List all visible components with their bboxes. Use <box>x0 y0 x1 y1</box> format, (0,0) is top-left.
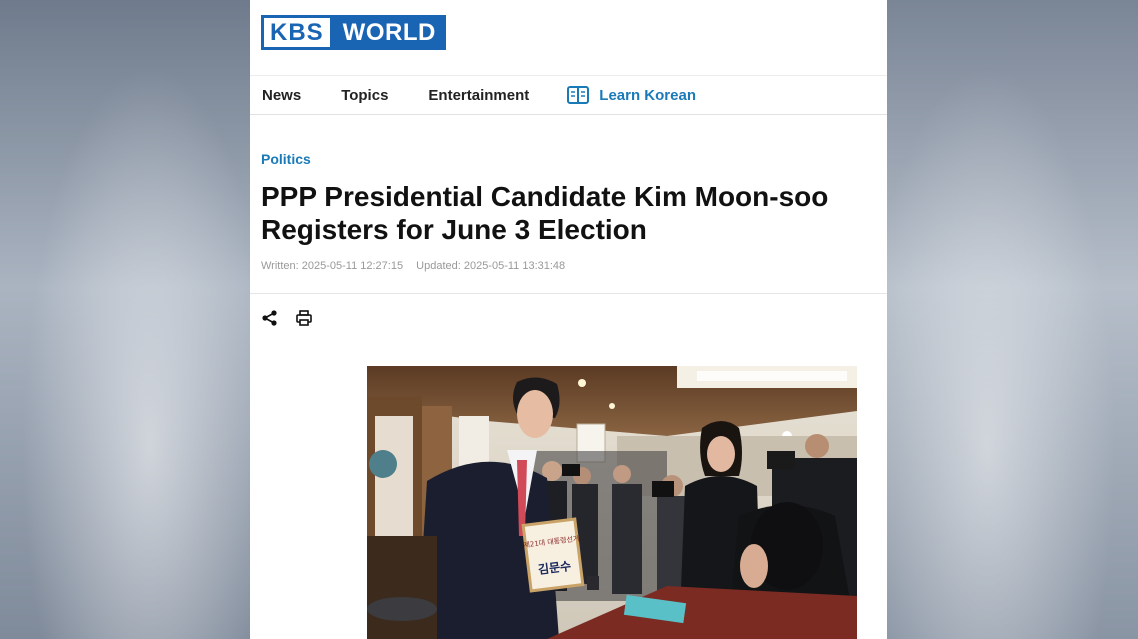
written-timestamp: Written: 2025-05-11 12:27:15 <box>261 260 404 272</box>
print-icon[interactable] <box>295 309 313 327</box>
share-icon[interactable] <box>261 309 279 327</box>
learn-korean-label: Learn Korean <box>599 86 696 104</box>
article-page: KBS WORLD News Topics Entertainment Lear… <box>250 0 887 639</box>
nav-news[interactable]: News <box>262 87 301 104</box>
photo-scene: 제21대 대통령선거 김문수 <box>367 366 857 639</box>
kbs-world-logo[interactable]: KBS WORLD <box>261 15 446 50</box>
nav-entertainment[interactable]: Entertainment <box>428 87 529 104</box>
main-nav: News Topics Entertainment Learn Korean <box>250 75 887 115</box>
blurred-background-left <box>0 0 250 639</box>
article-tools <box>261 309 329 327</box>
logo-kbs-text: KBS <box>261 15 333 50</box>
updated-timestamp: Updated: 2025-05-11 13:31:48 <box>416 260 566 272</box>
logo-world-text: WORLD <box>332 15 446 50</box>
nav-learn-korean[interactable]: Learn Korean <box>567 86 696 104</box>
article-category[interactable]: Politics <box>261 151 311 167</box>
nav-topics[interactable]: Topics <box>341 87 388 104</box>
book-icon <box>567 86 590 104</box>
article-meta: Written: 2025-05-11 12:27:15 Updated: 20… <box>261 260 575 272</box>
divider <box>250 293 887 294</box>
blurred-background-right <box>887 0 1138 639</box>
article-headline: PPP Presidential Candidate Kim Moon-soo … <box>261 181 829 245</box>
article-photo: 제21대 대통령선거 김문수 <box>367 366 857 639</box>
